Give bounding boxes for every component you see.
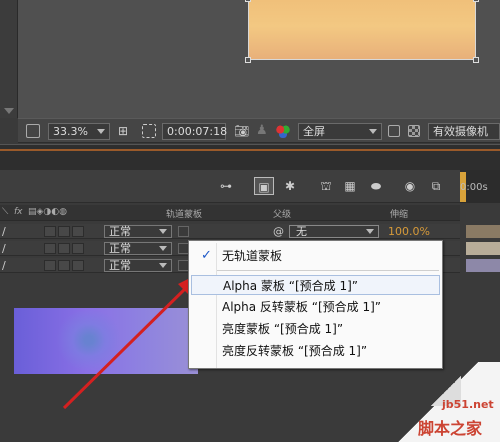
viewer-left-strip	[0, 0, 18, 118]
hide-shy-layers-icon[interactable]: ✱	[280, 177, 300, 195]
chevron-down-icon	[366, 229, 374, 234]
layer-duration-bar[interactable]	[466, 242, 500, 255]
pen-icon: ∕	[2, 225, 6, 238]
color-channels-icon[interactable]	[276, 124, 290, 138]
stretch-header: 伸缩	[390, 210, 409, 220]
panel-tab-underline	[0, 149, 500, 151]
fast-preview-icon[interactable]	[388, 125, 400, 137]
menu-separator	[217, 270, 439, 271]
fx-column-label: fx	[14, 207, 23, 217]
stretch-value[interactable]: 100.0%	[388, 225, 430, 238]
pen-icon: ∕	[2, 259, 6, 272]
layer-switch[interactable]	[72, 243, 84, 254]
watermark-name: 脚本之家	[418, 419, 483, 438]
composition-frame[interactable]	[245, 0, 479, 63]
checkmark-icon: ✓	[201, 248, 212, 263]
layer-switch[interactable]	[44, 226, 56, 237]
blend-mode-dropdown[interactable]: 正常	[104, 225, 172, 238]
menu-item-label: Alpha 蒙板 “[预合成 1]”	[223, 279, 358, 293]
frame-handle-icon[interactable]	[473, 0, 479, 2]
menu-item-alpha-inverted-matte[interactable]: Alpha 反转蒙板 “[预合成 1]”	[189, 297, 442, 317]
blend-mode-dropdown[interactable]: 正常	[104, 242, 172, 255]
layer-switch[interactable]	[44, 260, 56, 271]
menu-item-alpha-matte[interactable]: Alpha 蒙板 “[预合成 1]”	[191, 275, 440, 295]
snapshot-camera-icon[interactable]: 📷︎	[234, 124, 249, 138]
watermark-site: jb51.net	[442, 398, 494, 411]
layer-row[interactable]: ∕ 正常 @ 无 100.0%	[0, 224, 460, 239]
track-matte-header: 轨道蒙板	[166, 210, 203, 220]
zoom-value: 33.3%	[53, 125, 88, 138]
layer-duration-bar[interactable]	[466, 259, 500, 272]
layer-column-header: ⟍ fx ▤◈◑◐◍ 轨道蒙板 父级 伸缩	[0, 205, 460, 221]
grid-guide-icon[interactable]: ⊞	[118, 124, 132, 138]
draft-3d-icon[interactable]: ▣	[254, 177, 274, 195]
ruler-label: 0:00s	[460, 182, 488, 193]
timecode-field[interactable]: 0:00:07:18	[162, 123, 228, 140]
menu-item-label: 亮度蒙板 “[预合成 1]”	[222, 322, 344, 336]
menu-item-label: 亮度反转蒙板 “[预合成 1]”	[222, 344, 368, 358]
frame-blending-icon[interactable]: ⛫	[316, 177, 336, 195]
timecode-value: 0:00:07:18	[167, 125, 228, 138]
resolution-value: 全屏	[303, 125, 325, 138]
layer-switch[interactable]	[72, 226, 84, 237]
frame-handle-icon[interactable]	[473, 57, 479, 63]
camera-value: 有效摄像机	[433, 125, 488, 138]
region-of-interest-icon[interactable]	[142, 124, 156, 138]
panel-divider	[0, 144, 500, 170]
switches-icons: ▤◈◑◐◍	[28, 207, 67, 217]
motion-blur-icon[interactable]: ▦	[340, 177, 360, 195]
layer-switch[interactable]	[58, 243, 70, 254]
timeline-toolbar: ⊶ ▣ ✱ ⛫ ▦ ⬬ ◉ ⧉	[0, 170, 460, 203]
auto-keyframe-icon[interactable]: ◉	[400, 177, 420, 195]
composition-mini-flowchart-icon[interactable]: ⊶	[216, 177, 236, 195]
brainstorm-icon[interactable]: ⬬	[366, 177, 386, 195]
chevron-down-icon	[159, 229, 167, 234]
pick-whip-icon[interactable]: @	[273, 225, 284, 238]
time-ruler[interactable]: 0:00s	[460, 170, 500, 203]
camera-dropdown[interactable]: 有效摄像机	[428, 123, 500, 140]
layer-switch[interactable]	[58, 226, 70, 237]
always-preview-icon[interactable]	[26, 124, 40, 138]
composition-viewer	[0, 0, 500, 118]
pen-column-icon: ⟍	[2, 207, 9, 217]
menu-item-no-track-matte[interactable]: ✓ 无轨道蒙板	[189, 246, 442, 266]
layer-switch[interactable]	[44, 243, 56, 254]
menu-item-label: 无轨道蒙板	[222, 249, 283, 263]
frame-handle-icon[interactable]	[245, 57, 251, 63]
chevron-down-icon	[369, 129, 377, 134]
parent-header: 父级	[273, 210, 292, 220]
resolution-dropdown[interactable]: 全屏	[298, 123, 382, 140]
viewer-toolbar: 33.3% ⊞ 0:00:07:18 📷︎ ♟ 全屏 有效摄像机	[18, 118, 500, 143]
chevron-down-icon	[97, 129, 105, 134]
chevron-down-icon	[159, 246, 167, 251]
blend-mode-value: 正常	[109, 242, 131, 255]
track-matte-context-menu: ✓ 无轨道蒙板 Alpha 蒙板 “[预合成 1]” Alpha 反转蒙板 “[…	[188, 240, 443, 369]
preserve-transparency-checkbox[interactable]	[178, 226, 189, 237]
parent-dropdown[interactable]: 无	[289, 225, 379, 238]
frame-handle-icon[interactable]	[245, 0, 251, 2]
menu-item-luma-matte[interactable]: 亮度蒙板 “[预合成 1]”	[189, 319, 442, 339]
menu-item-luma-inverted-matte[interactable]: 亮度反转蒙板 “[预合成 1]”	[189, 341, 442, 361]
layer-duration-bar[interactable]	[466, 225, 500, 238]
parent-value: 无	[296, 225, 307, 238]
menu-item-label: Alpha 反转蒙板 “[预合成 1]”	[222, 300, 381, 314]
show-snapshot-icon[interactable]: ♟	[256, 124, 270, 138]
zoom-dropdown[interactable]: 33.3%	[48, 123, 110, 140]
graph-editor-icon[interactable]: ⧉	[426, 177, 446, 195]
scroll-down-icon[interactable]	[4, 108, 14, 114]
pen-icon: ∕	[2, 242, 6, 255]
blend-mode-value: 正常	[109, 225, 131, 238]
transparency-grid-icon[interactable]	[408, 125, 420, 137]
